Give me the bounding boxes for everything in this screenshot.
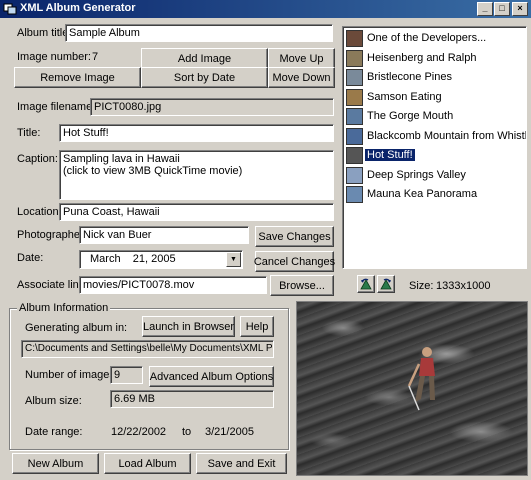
person-figure bbox=[407, 347, 435, 411]
thumbnail-image bbox=[346, 186, 363, 203]
album-title-label: Album title: bbox=[17, 27, 72, 39]
cancel-changes-button[interactable]: Cancel Changes bbox=[254, 251, 335, 272]
title-input[interactable]: Hot Stuff! bbox=[59, 124, 334, 142]
list-item-label: The Gorge Mouth bbox=[367, 110, 454, 122]
size-value: 1333x1000 bbox=[436, 280, 491, 292]
list-item-label: Deep Springs Valley bbox=[367, 168, 466, 181]
thumbnail-image bbox=[346, 108, 363, 125]
add-image-button[interactable]: Add Image bbox=[141, 48, 268, 69]
chevron-down-icon[interactable]: ▼ bbox=[226, 252, 241, 267]
date-label: Date: bbox=[17, 252, 44, 264]
list-item[interactable]: The Gorge Mouth bbox=[345, 107, 526, 126]
move-up-button[interactable]: Move Up bbox=[268, 48, 335, 69]
save-changes-button[interactable]: Save Changes bbox=[255, 226, 334, 247]
album-size-label: Album size: bbox=[25, 395, 82, 407]
thumbnail-image bbox=[346, 127, 363, 145]
list-item[interactable]: Mauna Kea Panorama bbox=[345, 185, 526, 204]
thumbnail-image bbox=[346, 69, 363, 86]
image-number-value: 7 bbox=[92, 51, 99, 63]
maximize-icon[interactable]: □ bbox=[494, 2, 510, 16]
sort-by-date-button[interactable]: Sort by Date bbox=[141, 67, 268, 88]
image-filename-label: Image filename: bbox=[17, 101, 96, 113]
load-album-button[interactable]: Load Album bbox=[104, 453, 191, 474]
new-album-button[interactable]: New Album bbox=[12, 453, 99, 474]
image-filename-field: PICT0080.jpg bbox=[90, 98, 334, 116]
list-item-label: Bristlecone Pines bbox=[367, 71, 452, 83]
list-item-label: One of the Developers... bbox=[367, 32, 487, 44]
list-item[interactable]: Heisenberg and Ralph bbox=[345, 49, 526, 68]
image-number-label: Image number: bbox=[17, 51, 91, 63]
thumbnail-image bbox=[346, 147, 363, 164]
thumbnail-image bbox=[346, 166, 363, 184]
list-item[interactable]: Blackcomb Mountain from Whistler ... bbox=[345, 127, 526, 146]
advanced-album-options-button[interactable]: Advanced Album Options bbox=[149, 366, 274, 387]
list-item[interactable]: Bristlecone Pines bbox=[345, 68, 526, 87]
rotate-right-icon bbox=[380, 278, 392, 290]
date-range-label: Date range: bbox=[25, 426, 83, 438]
associate-link-input[interactable]: movies/PICT0078.mov bbox=[79, 276, 267, 294]
caption-textarea[interactable]: Sampling lava in Hawaii (click to view 3… bbox=[59, 150, 334, 200]
title-label: Title: bbox=[17, 127, 41, 139]
location-label: Location: bbox=[17, 206, 62, 218]
launch-in-browser-button[interactable]: Launch in Browser bbox=[142, 316, 235, 337]
album-title-input[interactable]: Sample Album bbox=[65, 24, 333, 42]
list-item[interactable]: Hot Stuff! bbox=[345, 146, 526, 165]
date-range-end: 3/21/2005 bbox=[205, 426, 254, 438]
list-item-label: Samson Eating bbox=[367, 90, 442, 103]
album-size-field: 6.69 MB bbox=[110, 390, 274, 408]
num-images-label: Number of images: bbox=[25, 369, 118, 381]
list-item[interactable]: Deep Springs Valley bbox=[345, 166, 526, 185]
minimize-icon[interactable]: _ bbox=[477, 2, 493, 16]
photographer-label: Photographer: bbox=[17, 229, 87, 241]
save-and-exit-button[interactable]: Save and Exit bbox=[196, 453, 287, 474]
list-item-label: Hot Stuff! bbox=[365, 149, 415, 161]
photographer-input[interactable]: Nick van Buer bbox=[79, 226, 249, 244]
date-range-start: 12/22/2002 bbox=[111, 426, 167, 438]
title-bar[interactable]: XML Album Generator _ □ × bbox=[0, 0, 531, 18]
image-list[interactable]: One of the Developers... Heisenberg and R… bbox=[342, 26, 527, 269]
app-window: XML Album Generator _ □ × Album title: S… bbox=[0, 0, 531, 480]
window-title: XML Album Generator bbox=[20, 2, 136, 14]
num-images-field: 9 bbox=[110, 366, 143, 384]
date-range-to: to bbox=[182, 426, 192, 438]
list-item-label: Heisenberg and Ralph bbox=[367, 51, 477, 64]
rotate-left-icon bbox=[360, 278, 372, 290]
date-picker[interactable]: March 21, 2005 ▼ bbox=[79, 250, 243, 269]
image-preview bbox=[296, 301, 528, 476]
thumbnail-image bbox=[346, 30, 363, 47]
associate-link-label: Associate link: bbox=[17, 279, 88, 291]
list-item[interactable]: One of the Developers... bbox=[345, 29, 526, 48]
list-item-label: Mauna Kea Panorama bbox=[367, 188, 478, 200]
thumbnail-image bbox=[346, 49, 363, 67]
app-icon bbox=[3, 3, 17, 15]
generating-label: Generating album in: bbox=[25, 322, 128, 334]
list-item[interactable]: Samson Eating bbox=[345, 88, 526, 107]
list-item-label: Blackcomb Mountain from Whistler ... bbox=[367, 129, 527, 142]
remove-image-button[interactable]: Remove Image bbox=[14, 67, 141, 88]
date-value: March 21, 2005 bbox=[90, 253, 176, 265]
thumbnail-image bbox=[346, 88, 363, 106]
close-icon[interactable]: × bbox=[512, 2, 528, 16]
rotate-left-button[interactable] bbox=[357, 275, 375, 293]
album-info-title: Album Information bbox=[17, 302, 111, 314]
help-button[interactable]: Help bbox=[240, 316, 274, 337]
move-down-button[interactable]: Move Down bbox=[268, 67, 335, 88]
size-label: Size: bbox=[409, 280, 434, 292]
rotate-right-button[interactable] bbox=[377, 275, 395, 293]
browse-button[interactable]: Browse... bbox=[270, 275, 334, 296]
location-input[interactable]: Puna Coast, Hawaii bbox=[59, 203, 334, 221]
caption-label: Caption: bbox=[17, 153, 58, 165]
album-path-field: C:\Documents and Settings\belle\My Docum… bbox=[21, 340, 274, 358]
